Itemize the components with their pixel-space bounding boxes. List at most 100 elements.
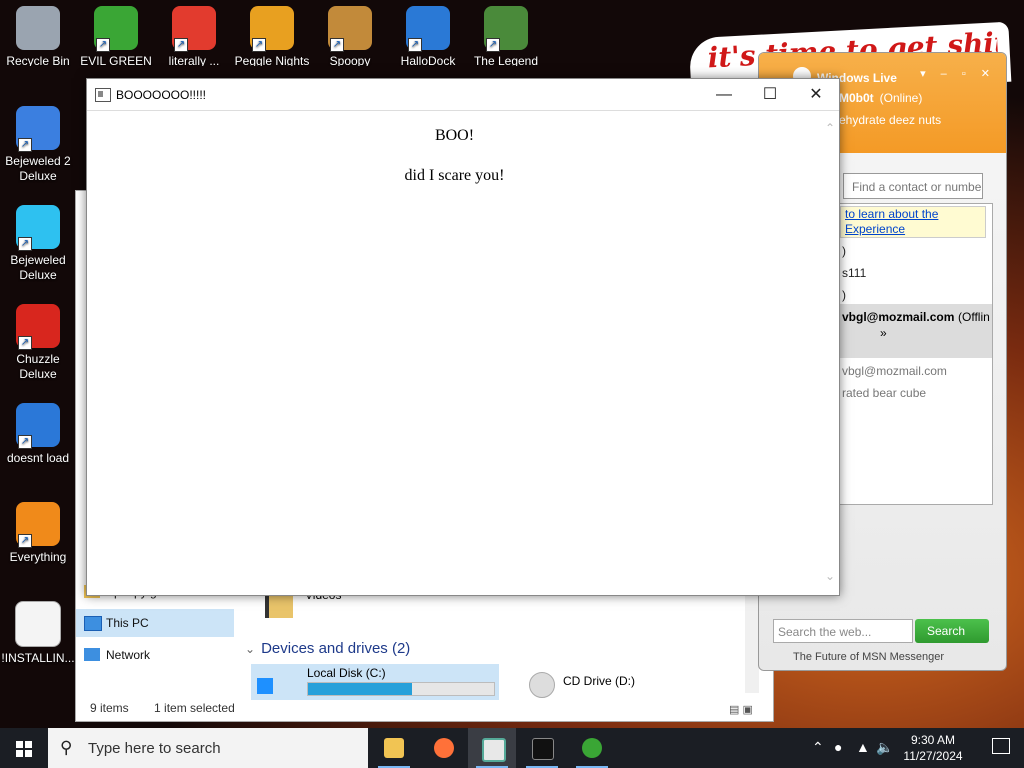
- devices-group-header[interactable]: ⌄ Devices and drives (2): [245, 640, 410, 657]
- desktop-icon-label: Chuzzle Deluxe: [16, 352, 60, 381]
- volume-icon[interactable]: 🔈: [876, 739, 893, 756]
- desktop-icon-windows-shield[interactable]: ↗ HalloDock: [390, 6, 466, 66]
- user-display-name[interactable]: M0b0t (Online): [839, 91, 922, 105]
- find-contact-input[interactable]: Find a contact or numbe: [843, 173, 983, 199]
- desktop-icon-label: !INSTALLIN...: [1, 651, 75, 665]
- desktop-icon-peggle[interactable]: ↗ Peggle Nights Delu...: [234, 6, 310, 66]
- drive-c[interactable]: Local Disk (C:): [251, 664, 499, 700]
- taskbar-file-explorer[interactable]: [370, 728, 418, 768]
- selected-contact[interactable]: vbgl@mozmail.com (Offlin »: [840, 304, 992, 358]
- taskbar-search-placeholder: Type here to search: [88, 740, 221, 757]
- desktop-icon-bejeweled2[interactable]: ↗ Bejeweled 2 Deluxe: [0, 106, 76, 184]
- text-file-icon: [15, 601, 61, 647]
- nav-item-label: Network: [106, 648, 151, 662]
- vertical-scrollbar[interactable]: ⌃ ⌄: [822, 111, 839, 595]
- windows-drive-icon: [257, 678, 273, 694]
- minimize-button[interactable]: —: [701, 79, 747, 110]
- boo-window[interactable]: BOOOOOOO!!!!! — ☐ ✕ BOO! did I scare you…: [86, 78, 840, 596]
- explorer-content: Videos ⌄Devices and drives (2) Local Dis…: [241, 586, 759, 700]
- this-pc-icon: [84, 616, 102, 631]
- notification-icon[interactable]: [992, 738, 1010, 754]
- desktop-icon-chuzzle[interactable]: ↗ Chuzzle Deluxe: [0, 304, 76, 382]
- info-banner-link[interactable]: to learn about the Experience: [840, 206, 986, 238]
- halloween-tray-icon[interactable]: ▲: [856, 739, 870, 755]
- banner-line: to learn about the: [845, 207, 939, 221]
- messenger-window-controls[interactable]: ▾ – ▫ ✕: [920, 67, 996, 80]
- window-title: BOOOOOOO!!!!!: [116, 88, 207, 102]
- desktop-icon-label: HalloDock: [400, 54, 456, 66]
- clock[interactable]: 9:30 AM 11/27/2024: [898, 732, 968, 764]
- web-search-button[interactable]: Search: [915, 619, 989, 643]
- contact-row[interactable]: s111: [842, 266, 866, 280]
- personal-message[interactable]: ehydrate deez nuts: [839, 113, 941, 127]
- everything-search-icon: ↗: [16, 502, 60, 548]
- contact-row[interactable]: ): [842, 244, 846, 258]
- user-name: M0b0t: [839, 91, 874, 105]
- taskbar-messenger[interactable]: [568, 728, 616, 768]
- shortcut-arrow-icon: ↗: [408, 38, 422, 52]
- drive-label: Local Disk (C:): [307, 666, 386, 680]
- taskbar-search-box[interactable]: ⚲ Type here to search: [48, 728, 368, 768]
- nav-item-label: This PC: [106, 616, 149, 630]
- shortcut-arrow-icon: ↗: [18, 237, 32, 251]
- search-icon: ⚲: [60, 738, 73, 757]
- status-bar: 9 items 1 item selected: [90, 701, 257, 715]
- desktop-icon-label: Recycle Bin: [6, 54, 70, 66]
- desktop-icon-legend[interactable]: ↗ The Legend of Tild...: [468, 6, 544, 66]
- thunderbird-icon: ↗: [16, 403, 60, 449]
- taskbar-terminal[interactable]: [518, 728, 566, 768]
- item-count: 9 items: [90, 701, 129, 715]
- diamond-icon: ↗: [16, 205, 60, 251]
- maximize-button[interactable]: ☐: [747, 79, 793, 110]
- scroll-down-icon[interactable]: ⌄: [825, 569, 835, 583]
- scroll-up-icon[interactable]: ⌃: [825, 121, 835, 135]
- nav-item-this-pc[interactable]: This PC: [76, 609, 234, 637]
- desktop-icon-text-file[interactable]: !INSTALLIN...: [0, 601, 76, 666]
- messenger-footer: The Future of MSN Messenger: [793, 651, 945, 663]
- window-app-icon: [482, 738, 506, 762]
- contact-list[interactable]: to learn about the Experience ) s111 ) vb…: [839, 203, 993, 505]
- desktop-icon-spoopy[interactable]: ↗ Spoopy: [312, 6, 388, 66]
- desktop-icon-chrome[interactable]: ↗ literally ...: [156, 6, 232, 66]
- desktop-icon-label: doesnt load: [6, 451, 70, 465]
- shortcut-arrow-icon: ↗: [18, 534, 32, 548]
- shortcut-arrow-icon: ↗: [330, 38, 344, 52]
- taskbar-firefox[interactable]: [420, 728, 468, 768]
- view-toggle-icons[interactable]: ▤ ▣: [729, 703, 765, 716]
- drive-usage-fill: [308, 683, 413, 695]
- drive-d[interactable]: CD Drive (D:): [521, 664, 661, 700]
- more-icon[interactable]: »: [880, 326, 887, 340]
- shortcut-arrow-icon: ↗: [96, 38, 110, 52]
- chuzzle-icon: ↗: [16, 304, 60, 350]
- close-button[interactable]: ✕: [793, 79, 839, 110]
- desktop-icon-label: Spoopy: [329, 54, 371, 66]
- start-button[interactable]: [0, 728, 48, 768]
- explorer-scrollbar[interactable]: [745, 586, 759, 693]
- title-bar[interactable]: BOOOOOOO!!!!! — ☐ ✕: [87, 79, 839, 111]
- user-status: (Online): [879, 91, 923, 105]
- app-icon: [95, 88, 111, 102]
- web-search-input[interactable]: Search the web...: [773, 619, 913, 643]
- firefox-icon: [434, 738, 454, 758]
- desktop-icon-diamond[interactable]: ↗ Bejeweled Deluxe: [0, 205, 76, 283]
- desktop-icon-label: Bejeweled 2 Deluxe: [5, 154, 71, 183]
- contact-row[interactable]: ): [842, 288, 846, 302]
- desktop-icon-label: Bejeweled Deluxe: [10, 253, 66, 282]
- msn-tray-icon[interactable]: ●: [834, 739, 842, 755]
- taskbar-boo-app[interactable]: [468, 728, 516, 768]
- msn-people-icon: [582, 738, 602, 758]
- shortcut-arrow-icon: ↗: [486, 38, 500, 52]
- boo-message: did I scare you!: [404, 167, 505, 184]
- desktop-icon-everything-search[interactable]: ↗ Everything: [0, 502, 76, 565]
- shortcut-arrow-icon: ↗: [18, 435, 32, 449]
- desktop-icon-thunderbird[interactable]: ↗ doesnt load: [0, 403, 76, 466]
- msn-people-icon: ↗: [94, 6, 138, 52]
- desktop-icon-msn-people[interactable]: ↗ EVIL GREEN MSN CO...: [78, 6, 154, 66]
- nav-item-network[interactable]: Network: [76, 641, 234, 669]
- contact-email: vbgl@mozmail.com: [842, 310, 955, 324]
- taskbar: ⚲ Type here to search ⌃ ● ▲ 🔈 9:30 AM 11…: [0, 728, 1024, 768]
- desktop-icon-recycle-bin[interactable]: Recycle Bin: [0, 6, 76, 66]
- system-tray: ⌃ ● ▲ 🔈 9:30 AM 11/27/2024: [804, 728, 1024, 768]
- shortcut-arrow-icon: ↗: [18, 336, 32, 350]
- chevron-up-icon[interactable]: ⌃: [812, 739, 824, 756]
